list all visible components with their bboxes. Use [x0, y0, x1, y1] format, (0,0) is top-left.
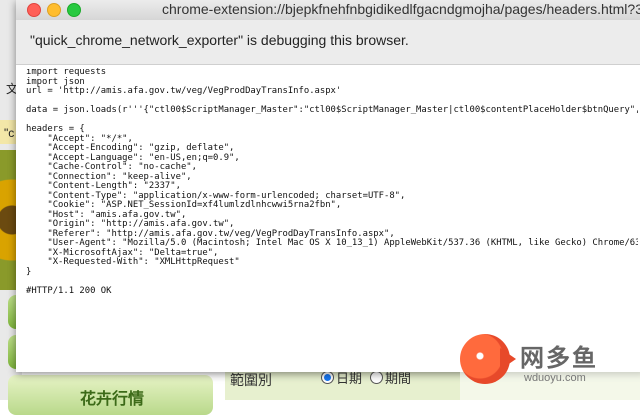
code-line: import requests: [26, 68, 107, 77]
watermark-url: wduoyu.com: [524, 372, 586, 384]
watermark-brand: 网多鱼: [520, 345, 598, 372]
window-title: chrome-extension://bjepkfnehfnbgidikedlf…: [162, 1, 640, 17]
code-line: url = 'http://amis.afa.gov.tw/veg/VegPro…: [26, 86, 342, 96]
code-line: data = json.loads(r'''{"ctl00$ScriptMana…: [26, 105, 638, 115]
generated-python-code[interactable]: import requests import json url = 'http://…: [26, 68, 638, 370]
code-line: "X-Requested-With": "XMLHttpRequest": [26, 257, 240, 267]
nav-label-flower-market[interactable]: 花卉行情: [80, 385, 144, 409]
code-line: #HTTP/1.1 200 OK: [26, 285, 112, 296]
zoom-window-button[interactable]: [67, 3, 81, 17]
range-type-label: 範圍別: [230, 372, 272, 388]
date-radio[interactable]: [321, 371, 334, 384]
code-line: }: [26, 266, 32, 277]
background-page-text: "c: [4, 126, 15, 140]
period-radio[interactable]: [370, 371, 383, 384]
close-window-button[interactable]: [27, 3, 41, 17]
minimize-window-button[interactable]: [47, 3, 61, 17]
debugging-message: "quick_chrome_network_exporter" is debug…: [30, 32, 409, 48]
debugging-infobar: "quick_chrome_network_exporter" is debug…: [16, 20, 640, 65]
extension-popup-window: chrome-extension://bjepkfnehfnbgidikedlf…: [16, 0, 640, 372]
watermark: 网多鱼 wduoyu.com: [460, 330, 640, 400]
window-titlebar[interactable]: chrome-extension://bjepkfnehfnbgidikedlf…: [16, 0, 640, 21]
fish-logo-icon: [460, 334, 516, 384]
